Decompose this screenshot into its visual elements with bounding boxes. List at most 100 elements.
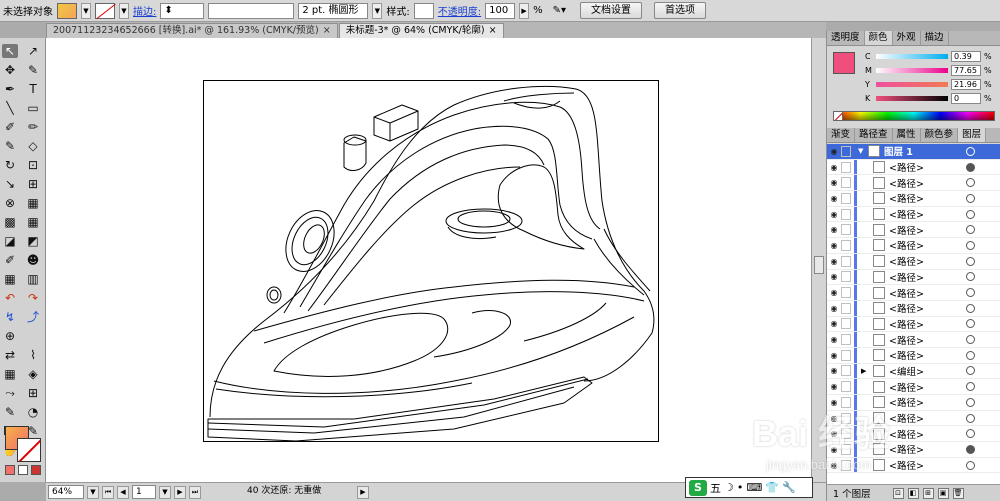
target-circle-icon[interactable] xyxy=(966,335,975,345)
expand-triangle-icon[interactable]: ▶ xyxy=(861,367,869,375)
vertical-scrollbar[interactable] xyxy=(811,38,826,482)
channel-slider[interactable] xyxy=(876,96,948,101)
eyedropper-icon[interactable]: ◪ xyxy=(2,234,18,248)
layer-row[interactable]: ◉ <路径> xyxy=(827,347,1000,364)
status-menu-icon[interactable]: ▶ xyxy=(357,485,369,499)
tab-layers[interactable]: 图层 xyxy=(958,128,987,142)
skin-icon[interactable]: 👕 xyxy=(765,481,779,494)
column-graph-icon[interactable]: ☻ xyxy=(25,253,41,267)
eraser-icon[interactable]: ◇ xyxy=(25,139,41,153)
visibility-eye-icon[interactable]: ◉ xyxy=(827,147,841,156)
lock-toggle[interactable] xyxy=(841,334,851,346)
free-transform-icon[interactable]: ⊞ xyxy=(25,177,41,191)
undo-arrow-icon[interactable]: ↶ xyxy=(2,291,18,305)
delete-layer-icon[interactable]: 🗑 xyxy=(952,487,964,499)
channel-slider[interactable] xyxy=(876,54,948,59)
visibility-eye-icon[interactable]: ◉ xyxy=(827,351,841,360)
grid-tool-icon[interactable]: ▦ xyxy=(2,367,18,381)
layer-row[interactable]: ◉ <路径> xyxy=(827,300,1000,317)
blob-brush-icon[interactable]: ✎ xyxy=(2,139,18,153)
graph-tool-icon[interactable]: ⤳ xyxy=(2,386,18,400)
lock-toggle[interactable] xyxy=(841,302,851,314)
target-circle-icon[interactable] xyxy=(966,288,975,298)
keyboard-icon[interactable]: ⌨ xyxy=(746,481,762,494)
lock-toggle[interactable] xyxy=(841,161,851,173)
none-mode-button[interactable] xyxy=(31,465,41,475)
layer-row[interactable]: ◉ <路径> xyxy=(827,442,1000,458)
visibility-eye-icon[interactable]: ◉ xyxy=(827,163,841,172)
blank-icon[interactable] xyxy=(25,329,41,343)
visibility-eye-icon[interactable]: ◉ xyxy=(827,445,841,454)
layer-row[interactable]: ◉ <路径> xyxy=(827,175,1000,192)
layer-row[interactable]: ◉ <路径> xyxy=(827,285,1000,301)
lock-toggle[interactable] xyxy=(841,208,851,220)
layer-row[interactable]: ◉ <路径> xyxy=(827,253,1000,270)
page-dropdown-icon[interactable]: ▼ xyxy=(159,485,171,499)
color-spectrum-bar[interactable] xyxy=(833,111,995,121)
reshape-arrow-icon[interactable]: ⤴ xyxy=(25,310,41,324)
target-circle-icon[interactable] xyxy=(966,397,975,407)
recolor-icon[interactable]: ✎▾ xyxy=(553,5,566,16)
scissors-icon[interactable]: ◔ xyxy=(25,405,41,419)
make-clip-mask-icon[interactable]: ◧ xyxy=(907,487,919,499)
wave-tool-icon[interactable]: ⌇ xyxy=(25,348,41,362)
current-color-swatch[interactable] xyxy=(833,52,855,74)
visibility-eye-icon[interactable]: ◉ xyxy=(827,366,841,375)
visibility-eye-icon[interactable]: ◉ xyxy=(827,304,841,313)
visibility-eye-icon[interactable]: ◉ xyxy=(827,210,841,219)
path-arrow-icon[interactable]: ↯ xyxy=(2,310,18,324)
last-artboard-icon[interactable]: ⏭ xyxy=(189,485,201,499)
layer-row[interactable]: ◉ <路径> xyxy=(827,395,1000,411)
target-circle-icon[interactable] xyxy=(966,146,975,156)
layer-row[interactable]: ◉ <路径> xyxy=(827,222,1000,239)
zoom-field[interactable]: 64% xyxy=(48,485,84,499)
tab-attributes[interactable]: 属性 xyxy=(893,128,921,142)
lock-toggle[interactable] xyxy=(841,177,851,189)
target-circle-icon[interactable] xyxy=(966,178,975,188)
mirror-tool-icon[interactable]: ⇄ xyxy=(2,348,18,362)
pen-tool-icon[interactable]: ✒ xyxy=(2,82,18,96)
wrench-icon[interactable]: 🔧 xyxy=(782,481,796,494)
target-circle-icon[interactable] xyxy=(966,225,975,235)
target-circle-icon[interactable] xyxy=(966,319,975,329)
lock-toggle[interactable] xyxy=(841,239,851,251)
layer-row[interactable]: ◉ <路径> xyxy=(827,426,1000,443)
rectangle-tool-icon[interactable]: ▭ xyxy=(25,101,41,115)
lock-toggle[interactable] xyxy=(841,381,851,393)
target-circle-icon[interactable] xyxy=(966,303,975,313)
lasso-icon[interactable]: ✎ xyxy=(25,63,41,77)
layer-row[interactable]: ◉ <路径> xyxy=(827,206,1000,223)
visibility-eye-icon[interactable]: ◉ xyxy=(827,319,841,328)
page-field[interactable]: 1 xyxy=(132,485,156,499)
tab-color-guide[interactable]: 颜色参 xyxy=(921,128,959,142)
channel-slider[interactable] xyxy=(876,82,948,87)
new-sublayer-icon[interactable]: ⊞ xyxy=(922,487,934,499)
redo-arrow-icon[interactable]: ↷ xyxy=(25,291,41,305)
next-artboard-icon[interactable]: ▶ xyxy=(174,485,186,499)
pencil-icon[interactable]: ✏ xyxy=(25,120,41,134)
layer-row[interactable]: ◉ <路径> xyxy=(827,269,1000,286)
lock-toggle[interactable] xyxy=(841,412,851,424)
opacity-link[interactable]: 不透明度: xyxy=(438,3,481,18)
target-circle-icon[interactable] xyxy=(966,444,975,454)
visibility-eye-icon[interactable]: ◉ xyxy=(827,382,841,391)
lock-toggle[interactable] xyxy=(841,318,851,330)
punctuation-icon[interactable]: • xyxy=(737,481,744,494)
visibility-eye-icon[interactable]: ◉ xyxy=(827,461,841,470)
target-circle-icon[interactable] xyxy=(966,209,975,219)
stroke-color-box[interactable] xyxy=(17,438,41,462)
visibility-eye-icon[interactable]: ◉ xyxy=(827,429,841,438)
paintbrush-icon[interactable]: ✐ xyxy=(2,120,18,134)
close-icon[interactable]: × xyxy=(323,24,331,38)
target-circle-icon[interactable] xyxy=(966,350,975,360)
opacity-input[interactable]: 100 xyxy=(485,2,516,19)
target-circle-icon[interactable] xyxy=(966,382,975,392)
lock-toggle[interactable] xyxy=(841,271,851,283)
channel-value-input[interactable]: 0.39 xyxy=(951,51,981,62)
target-circle-icon[interactable] xyxy=(966,413,975,423)
layer-row[interactable]: ◉ <路径> xyxy=(827,238,1000,254)
crosshair-icon[interactable]: ⊕ xyxy=(2,329,18,343)
channel-slider[interactable] xyxy=(876,68,948,73)
artboard[interactable] xyxy=(203,80,659,442)
target-circle-icon[interactable] xyxy=(966,460,975,470)
